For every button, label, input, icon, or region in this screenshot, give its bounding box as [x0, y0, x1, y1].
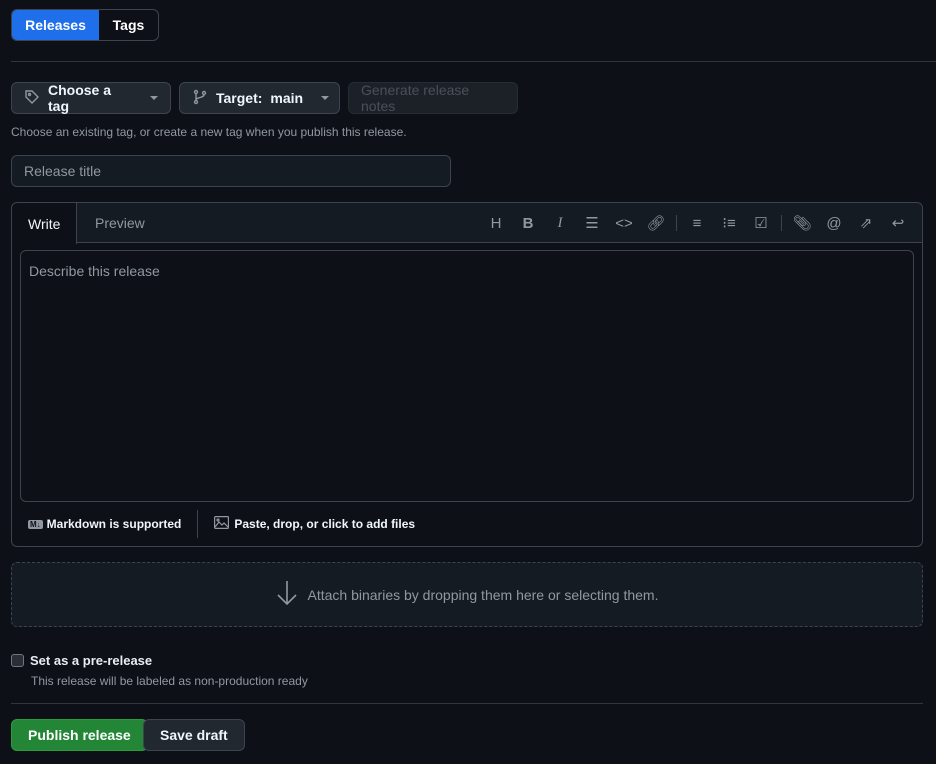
save-draft-button[interactable]: Save draft	[143, 719, 245, 751]
release-title-input[interactable]: Release title	[11, 155, 451, 187]
markdown-supported-link[interactable]: Markdown is supported	[47, 517, 182, 531]
prerelease-hint: This release will be labeled as non-prod…	[31, 674, 308, 688]
target-branch-button[interactable]: Target: main	[179, 82, 340, 114]
toolbar-separator	[781, 215, 782, 231]
tab-write[interactable]: Write	[12, 203, 78, 244]
arrow-down-icon	[276, 580, 298, 609]
markdown-icon: M↓	[28, 519, 43, 529]
tag-hint: Choose an existing tag, or create a new …	[11, 125, 407, 139]
caret-down-icon	[150, 96, 158, 100]
tab-releases[interactable]: Releases	[12, 10, 99, 40]
divider	[11, 61, 936, 62]
generate-release-notes-button[interactable]: Generate release notes	[348, 82, 518, 114]
tab-preview[interactable]: Preview	[79, 203, 161, 243]
bold-icon[interactable]: B	[512, 215, 544, 232]
prerelease-label[interactable]: Set as a pre-release	[30, 653, 152, 668]
prerelease-checkbox[interactable]	[11, 654, 24, 667]
cross-reference-icon[interactable]: ⇗	[850, 214, 882, 232]
link-icon[interactable]: 🔗︎	[640, 214, 672, 232]
release-editor: Write Preview H B I ☰ <> 🔗︎ ≡ ⁝≡ ☑ 📎︎ @ …	[11, 202, 923, 547]
tag-icon	[24, 89, 40, 108]
heading-icon[interactable]: H	[480, 215, 512, 232]
reply-icon[interactable]: ↩	[882, 214, 914, 232]
choose-tag-button[interactable]: Choose a tag	[11, 82, 171, 114]
caret-down-icon	[321, 96, 330, 100]
target-label: Target:	[216, 90, 263, 106]
numbered-list-icon[interactable]: ≡	[681, 215, 713, 232]
target-value: main	[270, 90, 304, 106]
task-list-icon[interactable]: ☑	[745, 214, 777, 232]
add-files-button[interactable]: Paste, drop, or click to add files	[234, 517, 415, 531]
code-icon[interactable]: <>	[608, 215, 640, 232]
italic-icon[interactable]: I	[544, 215, 576, 232]
attach-binaries-dropzone[interactable]: Attach binaries by dropping them here or…	[11, 562, 923, 627]
tab-tags[interactable]: Tags	[99, 10, 158, 40]
quote-icon[interactable]: ☰	[576, 214, 608, 232]
choose-tag-label: Choose a tag	[48, 82, 112, 114]
publish-release-button[interactable]: Publish release	[11, 719, 148, 751]
description-textarea[interactable]: Describe this release	[20, 250, 914, 502]
releases-tags-switch: Releases Tags	[11, 9, 159, 41]
branch-icon	[192, 89, 208, 108]
image-icon	[214, 516, 230, 532]
paperclip-icon[interactable]: 📎︎	[786, 214, 818, 232]
divider	[11, 703, 923, 704]
bulleted-list-icon[interactable]: ⁝≡	[713, 214, 745, 232]
mention-icon[interactable]: @	[818, 215, 850, 232]
attach-binaries-text: Attach binaries by dropping them here or…	[307, 586, 659, 603]
toolbar-separator	[676, 215, 677, 231]
